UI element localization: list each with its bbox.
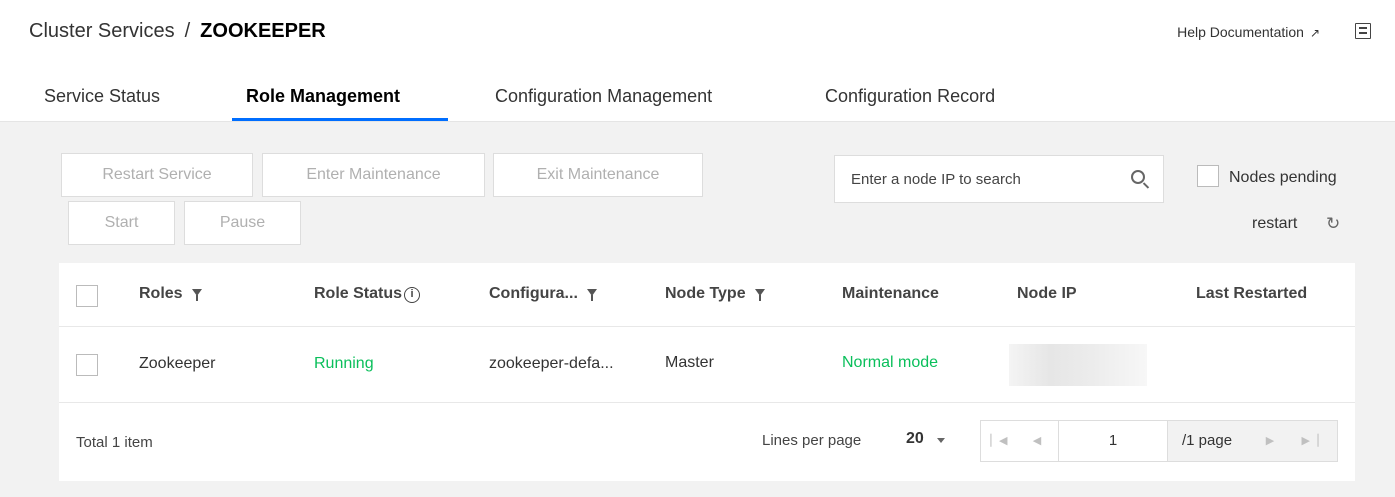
active-tab-indicator — [232, 118, 448, 121]
tab-bar: Service Status Role Management Configura… — [0, 76, 1395, 122]
breadcrumb-current: ZOOKEEPER — [200, 20, 326, 42]
cell-node-ip-masked — [1009, 344, 1147, 386]
row-checkbox[interactable] — [76, 354, 98, 376]
tab-service-status[interactable]: Service Status — [44, 86, 160, 107]
node-ip-search-input[interactable] — [834, 155, 1164, 203]
prev-page-icon[interactable]: ◀ — [1017, 421, 1057, 461]
help-documentation-label: Help Documentation — [1177, 24, 1304, 40]
enter-maintenance-button[interactable]: Enter Maintenance — [262, 153, 485, 197]
pagination: ▏◀ ◀ 1 /1 page ▶ ▶▕ — [980, 420, 1338, 462]
nodes-pending-label: Nodes pending — [1229, 169, 1337, 186]
refresh-icon[interactable]: ↻ — [1326, 215, 1342, 232]
table-header: Roles Role Status i Configura... Node Typ… — [59, 263, 1355, 327]
restart-service-button[interactable]: Restart Service — [61, 153, 253, 197]
total-pages: /1 page — [1168, 421, 1250, 461]
column-roles[interactable]: Roles — [139, 285, 202, 303]
column-role-status-label: Role Status — [314, 285, 403, 302]
column-last-restarted: Last Restarted — [1196, 285, 1308, 302]
start-button[interactable]: Start — [68, 201, 175, 245]
exit-maintenance-button[interactable]: Exit Maintenance — [493, 153, 703, 197]
breadcrumb-parent[interactable]: Cluster Services — [29, 20, 175, 42]
cell-configuration: zookeeper-defa... — [489, 355, 614, 372]
search-icon[interactable] — [1131, 170, 1145, 184]
column-node-type-label: Node Type — [665, 285, 746, 302]
filter-icon[interactable] — [586, 289, 597, 301]
info-icon[interactable]: i — [404, 287, 421, 303]
help-documentation-link[interactable]: Help Documentation ↗ — [1177, 24, 1320, 40]
tab-configuration-record[interactable]: Configuration Record — [825, 86, 995, 107]
column-node-type[interactable]: Node Type — [665, 285, 765, 303]
cell-role-status: Running — [314, 355, 374, 372]
cell-node-type: Master — [665, 354, 714, 371]
page-number-input[interactable]: 1 — [1058, 421, 1168, 461]
chevron-down-icon[interactable] — [937, 438, 945, 443]
tab-configuration-management[interactable]: Configuration Management — [495, 86, 712, 107]
filter-icon[interactable] — [754, 289, 765, 301]
column-role-status: Role Status i — [314, 285, 421, 304]
lines-per-page-label: Lines per page — [762, 432, 862, 449]
lines-per-page-select[interactable]: 20 — [906, 430, 924, 448]
breadcrumb: Cluster Services / ZOOKEEPER — [29, 20, 326, 43]
column-node-ip: Node IP — [1017, 285, 1077, 302]
nodes-pending-restart-checkbox[interactable] — [1197, 165, 1219, 187]
cell-role: Zookeeper — [139, 355, 216, 372]
column-configuration-label: Configura... — [489, 285, 578, 302]
restart-label: restart — [1252, 215, 1298, 232]
roles-table: Roles Role Status i Configura... Node Typ… — [59, 263, 1355, 481]
table-footer: Total 1 item Lines per page 20 ▏◀ ◀ 1 /1… — [59, 403, 1355, 481]
cell-maintenance: Normal mode — [842, 354, 939, 371]
top-bar: Cluster Services / ZOOKEEPER Help Document… — [0, 0, 1395, 122]
content-area: Restart Service Enter Maintenance Exit M… — [0, 122, 1395, 497]
next-page-controls: ▶ ▶▕ — [1250, 421, 1337, 461]
filter-icon[interactable] — [191, 289, 202, 301]
external-link-icon: ↗ — [1309, 26, 1320, 40]
total-items: Total 1 item — [76, 434, 153, 451]
tab-role-management[interactable]: Role Management — [246, 86, 400, 107]
pause-button[interactable]: Pause — [184, 201, 301, 245]
table-row: Zookeeper Running zookeeper-defa... Mast… — [59, 327, 1355, 403]
select-all-checkbox[interactable] — [76, 285, 98, 307]
column-configuration[interactable]: Configura... — [489, 285, 597, 303]
next-page-icon[interactable]: ▶ — [1250, 421, 1290, 461]
column-roles-label: Roles — [139, 285, 183, 302]
list-view-icon[interactable] — [1355, 23, 1371, 39]
first-page-icon[interactable]: ▏◀ — [981, 421, 1017, 461]
last-page-icon[interactable]: ▶▕ — [1290, 421, 1330, 461]
breadcrumb-separator: / — [184, 20, 191, 42]
column-maintenance: Maintenance — [842, 285, 939, 302]
